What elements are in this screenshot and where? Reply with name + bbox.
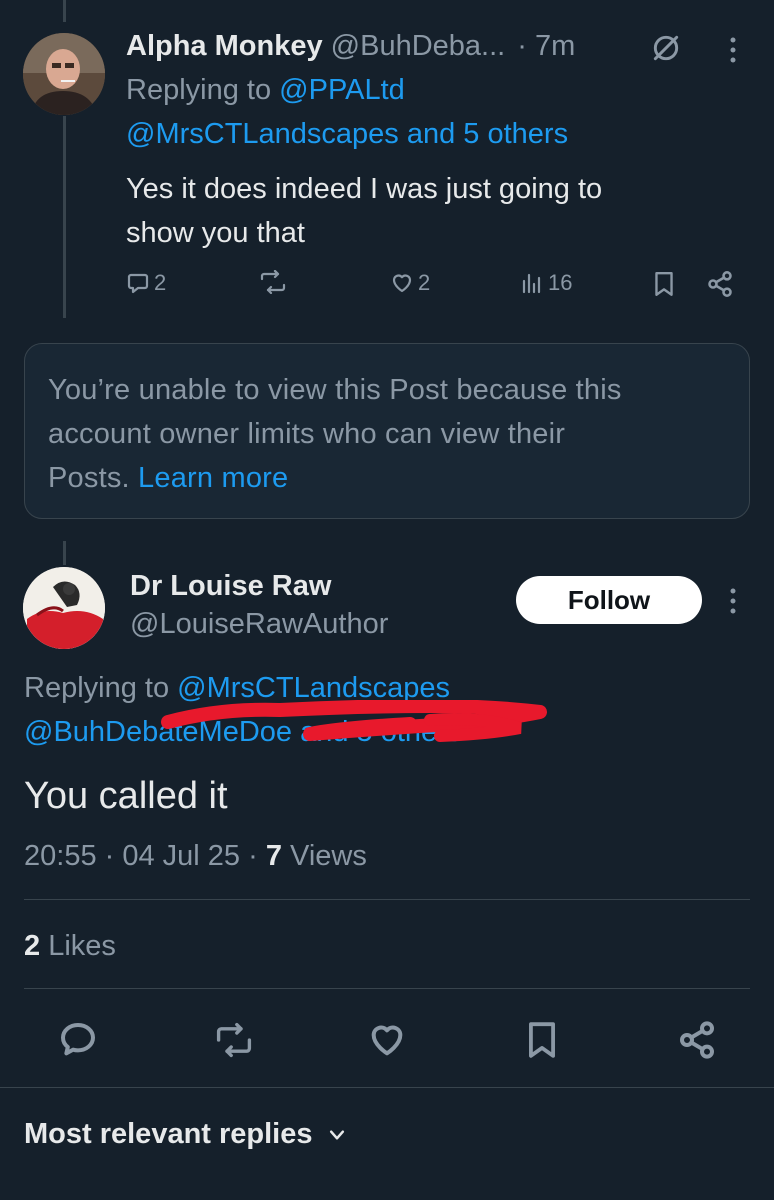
main-display-name[interactable]: Dr Louise Raw <box>130 570 331 603</box>
views-count: 7 <box>265 840 282 872</box>
reply-text-line: Yes it does indeed I was just going to <box>126 173 603 205</box>
reply-handle[interactable]: @BuhDeba... <box>331 30 506 62</box>
reply-repost-button[interactable] <box>258 270 288 294</box>
comment-icon[interactable] <box>58 1020 98 1060</box>
reply-text: Yes it does indeed I was just going to s… <box>126 167 602 255</box>
thread-line-main <box>63 541 66 565</box>
avatar-image <box>23 567 105 649</box>
avatar-louise-raw[interactable] <box>23 567 105 649</box>
likes-count: 2 <box>24 930 41 962</box>
main-tweet-meta: 20:55 · 04 Jul 25 · 7 Views <box>24 840 367 873</box>
heart-icon[interactable] <box>367 1020 407 1060</box>
reply-like-button[interactable]: 2 <box>390 270 430 296</box>
limited-notice-text: You’re unable to view this Post because … <box>48 368 622 500</box>
divider <box>24 988 750 989</box>
chevron-down-icon <box>329 1129 344 1140</box>
divider <box>24 899 750 900</box>
like-count: 2 <box>418 270 431 295</box>
divider <box>0 1087 774 1088</box>
avatar-alpha-monkey[interactable] <box>23 33 105 115</box>
reply-text-line: show you that <box>126 217 305 249</box>
more-options-icon[interactable] <box>728 35 738 65</box>
avatar-image <box>23 33 105 115</box>
reply-count: 2 <box>154 270 167 295</box>
share-icon[interactable] <box>677 1020 717 1060</box>
main-handle[interactable]: @LouiseRawAuthor <box>130 608 388 641</box>
views-label: Views <box>281 840 367 872</box>
replying-to-label: Replying to <box>24 672 178 704</box>
notice-line: You’re unable to view this Post because … <box>48 374 622 406</box>
likes-summary[interactable]: 2 Likes <box>24 930 116 963</box>
mention-others[interactable]: @MrsCTLandscapes and 5 others <box>126 118 568 151</box>
share-icon[interactable] <box>706 270 734 298</box>
views-icon <box>522 273 541 294</box>
replies-sort-label: Most relevant replies <box>24 1118 313 1150</box>
reply-time[interactable]: · 7m <box>517 30 575 62</box>
notice-line: Posts. Learn more <box>48 456 622 500</box>
views-count: 16 <box>548 270 573 295</box>
heart-icon <box>392 274 412 293</box>
red-annotation-scribble <box>161 700 547 742</box>
tweet-timestamp[interactable]: 20:55 · 04 Jul 25 · <box>24 840 266 872</box>
comment-icon <box>127 273 149 294</box>
reply-replying-to: Replying to @PPALtd <box>126 74 405 107</box>
bookmark-icon[interactable] <box>651 270 677 298</box>
likes-label: Likes <box>40 930 116 962</box>
replying-to-label: Replying to <box>126 74 280 106</box>
mention-ppaltd[interactable]: @PPALtd <box>279 74 405 106</box>
reply-views-button[interactable]: 16 <box>520 270 572 296</box>
follow-button[interactable]: Follow <box>516 576 702 624</box>
learn-more-link[interactable]: Learn more <box>138 462 288 494</box>
circle-slash-icon <box>653 35 679 61</box>
main-tweet-text: You called it <box>24 775 228 817</box>
bookmark-icon[interactable] <box>523 1019 561 1061</box>
thread-line-top <box>63 0 66 22</box>
repost-icon[interactable] <box>213 1020 255 1060</box>
notice-line-prefix: Posts. <box>48 462 139 494</box>
reply-header: Alpha Monkey @BuhDeba... · 7m <box>126 30 575 63</box>
reply-comment-button[interactable]: 2 <box>126 270 166 296</box>
repost-icon <box>260 270 286 294</box>
thread-line-reply <box>63 116 66 318</box>
replies-sort-dropdown[interactable]: Most relevant replies <box>24 1118 347 1151</box>
notice-line: account owner limits who can view their <box>48 418 566 450</box>
reply-display-name[interactable]: Alpha Monkey <box>126 30 323 62</box>
more-options-icon[interactable] <box>728 586 738 616</box>
